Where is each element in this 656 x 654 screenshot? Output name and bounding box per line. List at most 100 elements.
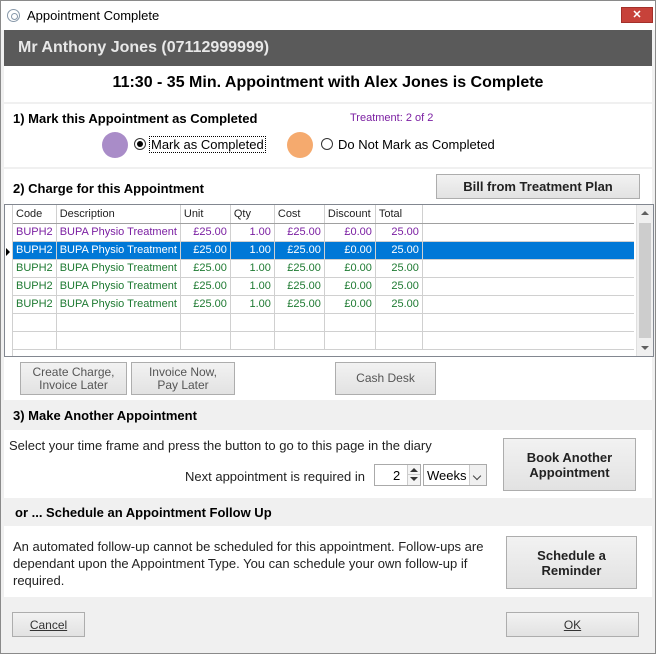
cell-total[interactable]: 25.00 xyxy=(375,223,423,242)
schedule-reminder-button[interactable]: Schedule a Reminder xyxy=(506,536,637,589)
cell-cost[interactable]: £25.00 xyxy=(274,241,325,260)
close-button[interactable]: ✕ xyxy=(621,7,653,23)
table-row[interactable]: BUPH2 BUPA Physio Treatment £25.00 1.00 … xyxy=(13,259,635,278)
cell-qty[interactable]: 1.00 xyxy=(230,241,275,260)
time-frame-instruction: Select your time frame and press the but… xyxy=(9,438,432,453)
scroll-thumb[interactable] xyxy=(639,223,651,338)
interval-unit-select[interactable]: Weeks xyxy=(423,464,487,486)
cell-filler xyxy=(422,295,635,314)
book-another-appointment-button[interactable]: Book Another Appointment xyxy=(503,438,636,491)
cell-discount[interactable]: £0.00 xyxy=(324,277,376,296)
cell-total[interactable]: 25.00 xyxy=(375,277,423,296)
decrement-icon[interactable] xyxy=(410,477,418,481)
table-row-selected[interactable]: BUPH2 BUPA Physio Treatment £25.00 1.00 … xyxy=(13,241,635,260)
window-title: Appointment Complete xyxy=(27,8,160,23)
appointment-headline: 11:30 - 35 Min. Appointment with Alex Jo… xyxy=(112,74,544,91)
patient-header: Mr Anthony Jones (07112999999) xyxy=(4,30,652,66)
cell-total[interactable]: 25.00 xyxy=(375,259,423,278)
title-bar: Appointment Complete ✕ xyxy=(1,1,655,30)
section-1-heading: 1) Mark this Appointment as Completed xyxy=(13,111,258,126)
cell-description[interactable]: BUPA Physio Treatment xyxy=(56,223,181,242)
cell-cost[interactable]: £25.00 xyxy=(274,295,325,314)
mark-completed-section: 1) Mark this Appointment as Completed Tr… xyxy=(4,104,652,167)
cell-unit[interactable]: £25.00 xyxy=(180,223,231,242)
headline-panel: 11:30 - 35 Min. Appointment with Alex Jo… xyxy=(4,66,652,102)
mark-completed-label[interactable]: Mark as Completed xyxy=(149,136,266,153)
cell-unit[interactable]: £25.00 xyxy=(180,259,231,278)
cell-unit[interactable]: £25.00 xyxy=(180,295,231,314)
table-row[interactable]: BUPH2 BUPA Physio Treatment £25.00 1.00 … xyxy=(13,277,635,296)
table-row[interactable]: BUPH2 BUPA Physio Treatment £25.00 1.00 … xyxy=(13,223,635,242)
chevron-down-icon[interactable] xyxy=(469,465,486,485)
table-header-row: Code Description Unit Qty Cost Discount … xyxy=(13,205,635,224)
next-appointment-label: Next appointment is required in xyxy=(185,469,365,484)
cancel-button[interactable]: Cancel xyxy=(12,612,85,637)
completed-color-swatch xyxy=(102,132,128,158)
column-header-discount[interactable]: Discount xyxy=(324,205,376,224)
cell-description[interactable]: BUPA Physio Treatment xyxy=(56,241,181,260)
cell-filler xyxy=(422,223,635,242)
cell-cost[interactable]: £25.00 xyxy=(274,277,325,296)
invoice-now-pay-later-button[interactable]: Invoice Now, Pay Later xyxy=(131,362,235,395)
column-header-filler xyxy=(422,205,635,224)
cell-filler xyxy=(422,259,635,278)
column-header-cost[interactable]: Cost xyxy=(274,205,325,224)
charges-table: Code Description Unit Qty Cost Discount … xyxy=(13,205,635,350)
cell-filler xyxy=(422,241,635,260)
cell-description[interactable]: BUPA Physio Treatment xyxy=(56,277,181,296)
cell-unit[interactable]: £25.00 xyxy=(180,277,231,296)
table-row-empty[interactable] xyxy=(13,313,635,332)
cell-qty[interactable]: 1.00 xyxy=(230,259,275,278)
scroll-up-icon[interactable] xyxy=(641,211,649,215)
interval-stepper[interactable]: 2 xyxy=(374,464,421,486)
charges-grid: Code Description Unit Qty Cost Discount … xyxy=(4,204,654,357)
cell-discount[interactable]: £0.00 xyxy=(324,259,376,278)
table-row[interactable]: BUPH2 BUPA Physio Treatment £25.00 1.00 … xyxy=(13,295,635,314)
cash-desk-button[interactable]: Cash Desk xyxy=(335,362,436,395)
section-3-heading: 3) Make Another Appointment xyxy=(13,408,197,423)
do-not-mark-label[interactable]: Do Not Mark as Completed xyxy=(338,137,495,152)
column-header-total[interactable]: Total xyxy=(375,205,423,224)
ok-button[interactable]: OK xyxy=(506,612,639,637)
cell-code[interactable]: BUPH2 xyxy=(13,223,57,242)
column-header-unit[interactable]: Unit xyxy=(180,205,231,224)
cell-qty[interactable]: 1.00 xyxy=(230,277,275,296)
scroll-down-icon[interactable] xyxy=(641,346,649,350)
table-row-empty[interactable] xyxy=(13,331,635,350)
cell-total[interactable]: 25.00 xyxy=(375,295,423,314)
follow-up-message: An automated follow-up cannot be schedul… xyxy=(13,539,484,588)
cell-discount[interactable]: £0.00 xyxy=(324,241,376,260)
cell-description[interactable]: BUPA Physio Treatment xyxy=(56,259,181,278)
cell-discount[interactable]: £0.00 xyxy=(324,223,376,242)
cell-filler xyxy=(422,277,635,296)
cell-discount[interactable]: £0.00 xyxy=(324,295,376,314)
interval-unit-value[interactable]: Weeks xyxy=(427,468,467,483)
not-completed-color-swatch xyxy=(287,132,313,158)
column-header-code[interactable]: Code xyxy=(13,205,57,224)
row-header-column xyxy=(5,205,13,356)
stepper-buttons[interactable] xyxy=(407,465,420,485)
column-header-description[interactable]: Description xyxy=(56,205,181,224)
increment-icon[interactable] xyxy=(410,468,418,472)
interval-value[interactable]: 2 xyxy=(393,468,400,483)
current-row-indicator-icon xyxy=(6,248,10,256)
cell-qty[interactable]: 1.00 xyxy=(230,223,275,242)
section-4-header: or ... Schedule an Appointment Follow Up xyxy=(4,499,652,526)
mark-completed-radio[interactable] xyxy=(134,138,146,150)
treatment-count: Treatment: 2 of 2 xyxy=(350,112,434,124)
cell-code[interactable]: BUPH2 xyxy=(13,295,57,314)
column-header-qty[interactable]: Qty xyxy=(230,205,275,224)
cell-qty[interactable]: 1.00 xyxy=(230,295,275,314)
do-not-mark-radio[interactable] xyxy=(321,138,333,150)
cell-total[interactable]: 25.00 xyxy=(375,241,423,260)
cell-code[interactable]: BUPH2 xyxy=(13,259,57,278)
cell-unit[interactable]: £25.00 xyxy=(180,241,231,260)
cell-code[interactable]: BUPH2 xyxy=(13,277,57,296)
bill-from-treatment-plan-button[interactable]: Bill from Treatment Plan xyxy=(436,174,640,199)
cell-cost[interactable]: £25.00 xyxy=(274,259,325,278)
create-charge-invoice-later-button[interactable]: Create Charge, Invoice Later xyxy=(20,362,127,395)
cell-code[interactable]: BUPH2 xyxy=(13,241,57,260)
cell-cost[interactable]: £25.00 xyxy=(274,223,325,242)
grid-vertical-scrollbar[interactable] xyxy=(636,205,653,356)
cell-description[interactable]: BUPA Physio Treatment xyxy=(56,295,181,314)
